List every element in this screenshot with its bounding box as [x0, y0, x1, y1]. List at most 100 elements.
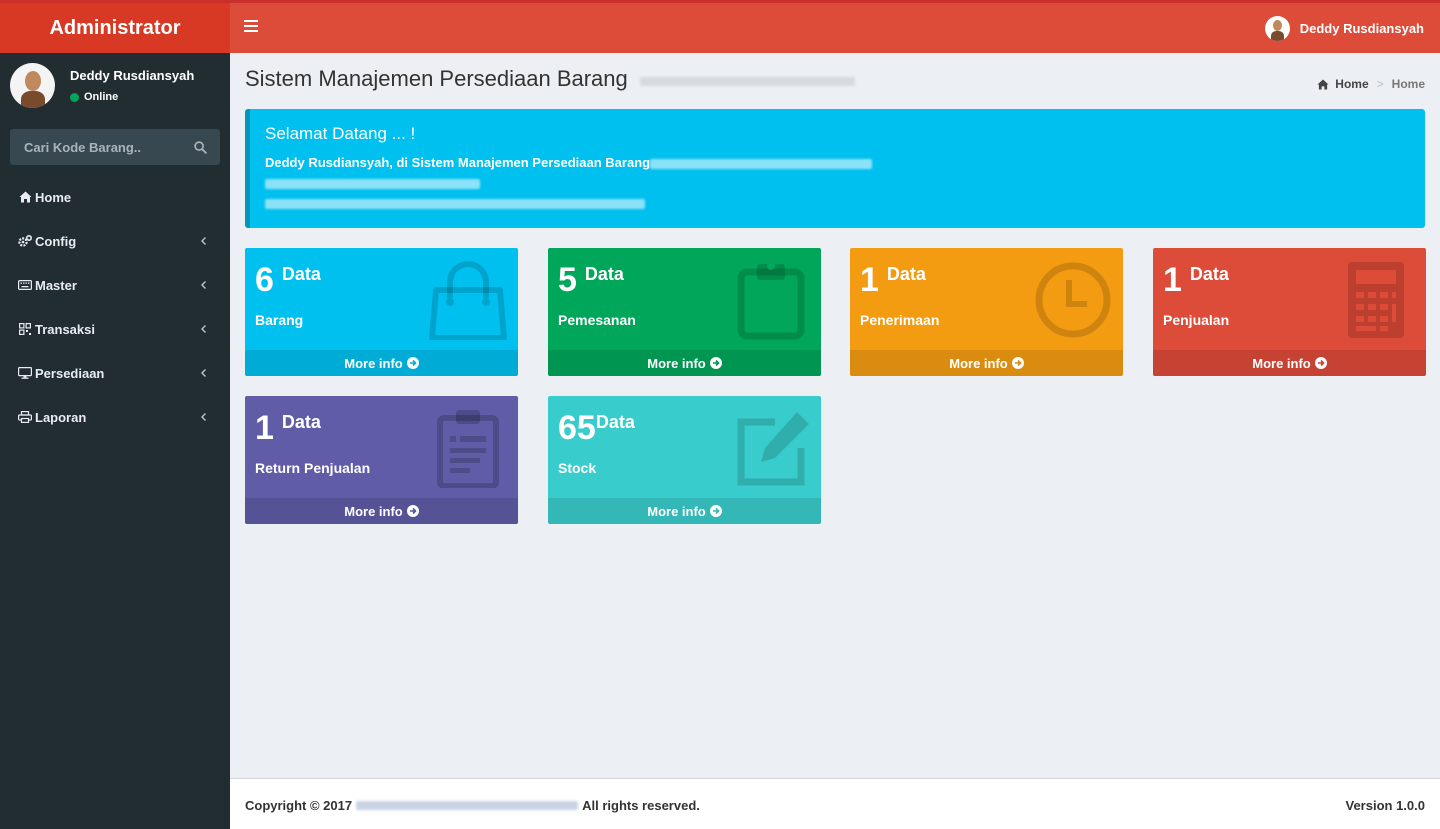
stat-label: Return Penjualan — [255, 460, 371, 476]
search-icon — [193, 140, 207, 154]
stat-box-pemesanan: 5 Data Pemesanan More info — [548, 248, 821, 376]
more-info-link[interactable]: More info — [850, 350, 1123, 376]
shopping-bag-icon — [429, 261, 507, 340]
home-icon — [18, 190, 32, 204]
sidebar-item-label: Laporan — [35, 409, 87, 425]
chevron-left-icon — [196, 410, 210, 424]
sidebar-item-persediaan[interactable]: Persediaan — [0, 351, 230, 395]
search-button[interactable] — [180, 129, 220, 165]
callout-heading: Selamat Datang ... ! — [265, 124, 416, 143]
sidebar: Deddy Rusdiansyah Online Home Config — [0, 53, 230, 829]
stat-unit: Data — [281, 412, 321, 432]
content-header: Sistem Manajemen Persediaan Barang — [245, 66, 856, 92]
stat-box-return-penjualan: 1 Data Return Penjualan More info — [245, 396, 518, 524]
sidebar-item-master[interactable]: Master — [0, 263, 230, 307]
callout-line-1: Deddy Rusdiansyah, di Sistem Manajemen P… — [265, 155, 651, 170]
sidebar-item-home[interactable]: Home — [0, 175, 230, 219]
clipboard-icon — [737, 262, 805, 340]
stat-unit: Data — [595, 412, 635, 432]
stat-label: Pemesanan — [558, 312, 636, 328]
redacted-text — [265, 198, 645, 209]
chevron-left-icon — [196, 366, 210, 380]
breadcrumb-separator: > — [1376, 77, 1384, 91]
more-info-link[interactable]: More info — [245, 498, 518, 524]
stat-number: 6 — [255, 261, 274, 299]
user-panel: Deddy Rusdiansyah Online — [10, 63, 220, 111]
avatar — [1264, 16, 1290, 41]
top-navbar: Deddy Rusdiansyah — [230, 3, 1440, 53]
home-icon — [1317, 78, 1329, 90]
chevron-left-icon — [196, 278, 210, 292]
stat-number: 1 — [860, 261, 879, 299]
callout-text: Deddy Rusdiansyah, di Sistem Manajemen P… — [265, 153, 1410, 213]
stat-unit: Data — [1189, 264, 1229, 284]
cogs-icon — [18, 234, 32, 248]
copyright-prefix: Copyright © 2017 — [245, 798, 353, 813]
more-info-link[interactable]: More info — [245, 350, 518, 376]
sidebar-item-label: Master — [35, 277, 77, 293]
keyboard-icon — [18, 278, 32, 292]
status-dot-icon — [70, 92, 79, 102]
avatar — [10, 63, 55, 108]
stat-number: 5 — [558, 261, 577, 299]
redacted-text — [265, 178, 480, 189]
stat-box-stock: 65Data Stock More info — [548, 396, 821, 524]
clipboard-list-icon — [437, 410, 499, 488]
chevron-left-icon — [196, 234, 210, 248]
arrow-circle-right-icon — [709, 357, 722, 369]
more-info-link[interactable]: More info — [548, 350, 821, 376]
sidebar-item-label: Persediaan — [35, 365, 105, 381]
arrow-circle-right-icon — [1011, 357, 1024, 369]
stat-label: Penerimaan — [860, 312, 940, 328]
stat-unit: Data — [281, 264, 321, 284]
more-info-link[interactable]: More info — [548, 498, 821, 524]
qrcode-icon — [18, 322, 32, 336]
status-badge: Online — [70, 91, 118, 103]
stat-box-penerimaan: 1 Data Penerimaan More info — [850, 248, 1123, 376]
page-title: Sistem Manajemen Persediaan Barang — [245, 66, 628, 91]
sidebar-menu: Home Config Master Transaksi Persediaan … — [0, 175, 230, 439]
clock-icon — [1035, 262, 1111, 338]
sidebar-user-name: Deddy Rusdiansyah — [70, 68, 195, 83]
calculator-icon — [1348, 262, 1404, 338]
print-icon — [18, 410, 32, 424]
breadcrumb-home-link[interactable]: Home — [1317, 77, 1369, 91]
chevron-left-icon — [196, 322, 210, 336]
arrow-circle-right-icon — [406, 505, 419, 517]
sidebar-toggle-icon[interactable] — [244, 20, 258, 36]
stat-number: 1 — [255, 409, 274, 447]
search-form — [10, 129, 220, 165]
redacted-company[interactable] — [356, 801, 579, 810]
copyright: Copyright © 2017 All rights reserved. — [245, 798, 700, 813]
stat-label: Barang — [255, 312, 304, 328]
version-label: Version 1.0.0 — [1345, 798, 1426, 813]
arrow-circle-right-icon — [1314, 357, 1327, 369]
redacted-text — [650, 158, 873, 169]
sidebar-item-laporan[interactable]: Laporan — [0, 395, 230, 439]
user-menu[interactable]: Deddy Rusdiansyah — [1264, 16, 1424, 41]
edit-icon — [737, 412, 809, 486]
stat-label: Stock — [558, 460, 597, 476]
stat-number: 65 — [558, 409, 596, 447]
arrow-circle-right-icon — [406, 357, 419, 369]
stat-number: 1 — [1163, 261, 1182, 299]
app-logo[interactable]: Administrator — [0, 3, 230, 53]
sidebar-item-config[interactable]: Config — [0, 219, 230, 263]
sidebar-item-label: Transaksi — [35, 321, 95, 337]
stat-box-barang: 6 Data Barang More info — [245, 248, 518, 376]
desktop-icon — [18, 366, 32, 380]
status-text: Online — [84, 91, 119, 103]
search-input[interactable] — [10, 129, 180, 165]
more-info-link[interactable]: More info — [1153, 350, 1426, 376]
stat-box-penjualan: 1 Data Penjualan More info — [1153, 248, 1426, 376]
redacted-subtitle — [640, 77, 856, 87]
sidebar-item-label: Home — [35, 189, 72, 205]
breadcrumb: Home > Home — [1317, 77, 1425, 91]
stat-unit: Data — [584, 264, 624, 284]
breadcrumb-home-label: Home — [1335, 77, 1369, 91]
copyright-suffix: All rights reserved. — [582, 798, 700, 813]
welcome-callout: Selamat Datang ... ! Deddy Rusdiansyah, … — [245, 109, 1425, 228]
stat-unit: Data — [886, 264, 926, 284]
arrow-circle-right-icon — [709, 505, 722, 517]
sidebar-item-transaksi[interactable]: Transaksi — [0, 307, 230, 351]
